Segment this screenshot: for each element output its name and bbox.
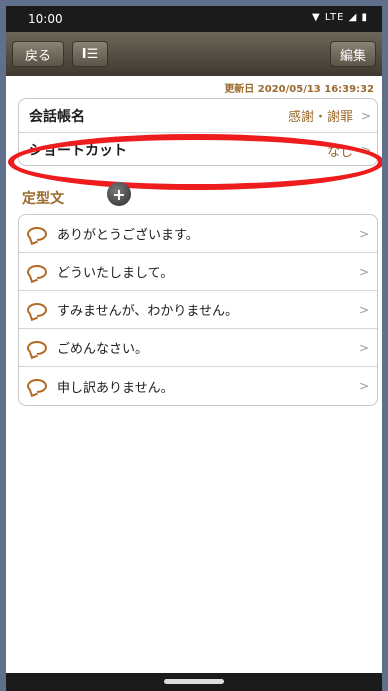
list-item[interactable]: すみませんが、わかりません。 > xyxy=(19,291,377,329)
phrase-text: ありがとうございます。 xyxy=(57,228,199,243)
chevron-right-icon: > xyxy=(360,108,371,123)
row-label: ショートカット xyxy=(29,143,127,159)
row-value: 感謝・謝罪 xyxy=(287,110,353,125)
settings-group: 会話帳名 感謝・謝罪 > ショートカット なし > xyxy=(18,98,378,166)
phrase-text: どういたしまして。 xyxy=(57,266,174,281)
conversation-name-row[interactable]: 会話帳名 感謝・謝罪 > xyxy=(19,99,377,133)
speech-bubbles-icon xyxy=(27,222,53,241)
app-window: 10:00 ▼ LTE ◢ ▮ 戻る I☰ 編集 更新日 2020/05/13 … xyxy=(6,6,382,691)
speech-bubble-icon xyxy=(27,302,47,317)
row-label: 会話帳名 xyxy=(29,108,85,125)
list-item[interactable]: ごめんなさい。 > xyxy=(19,329,377,367)
chevron-right-icon: > xyxy=(360,143,371,157)
navigation-bar xyxy=(6,673,382,691)
chevron-right-icon: > xyxy=(358,226,369,241)
back-button[interactable]: 戻る xyxy=(12,41,64,67)
speech-bubble-icon xyxy=(27,264,47,279)
chevron-right-icon: > xyxy=(358,264,369,279)
chevron-right-icon: > xyxy=(358,379,369,393)
phrase-text: 申し訳ありません。 xyxy=(57,380,174,396)
section-title: 定型文 xyxy=(22,191,64,207)
status-indicators: ▼ LTE ◢ ▮ xyxy=(311,12,368,23)
updated-timestamp: 更新日 2020/05/13 16:39:32 xyxy=(224,84,374,95)
shortcut-row[interactable]: ショートカット なし > xyxy=(19,133,377,165)
speech-bubble-icon xyxy=(27,340,47,355)
row-value: なし xyxy=(326,144,353,160)
home-handle[interactable] xyxy=(164,679,224,684)
sort-button[interactable]: I☰ xyxy=(72,41,108,67)
phrase-text: すみませんが、わかりません。 xyxy=(57,304,238,319)
phrase-text: ごめんなさい。 xyxy=(57,342,149,357)
edit-button[interactable]: 編集 xyxy=(330,41,376,67)
sort-icon: I☰ xyxy=(81,46,99,62)
speech-bubble-icon xyxy=(27,379,47,393)
toolbar: 戻る I☰ 編集 xyxy=(6,32,382,76)
plus-circle-icon: + xyxy=(112,184,126,204)
chevron-right-icon: > xyxy=(358,302,369,317)
add-phrase-button[interactable]: + xyxy=(107,182,131,206)
list-item[interactable]: どういたしまして。 > xyxy=(19,253,377,291)
status-time: 10:00 xyxy=(28,12,63,26)
phrase-list: ありがとうございます。 > どういたしまして。 > すみませんが、わかりません。… xyxy=(18,214,378,406)
list-item[interactable]: 申し訳ありません。 > xyxy=(19,367,377,405)
chevron-right-icon: > xyxy=(358,340,369,355)
list-item[interactable]: ありがとうございます。 > xyxy=(19,215,377,253)
status-bar: 10:00 ▼ LTE ◢ ▮ xyxy=(6,6,382,32)
